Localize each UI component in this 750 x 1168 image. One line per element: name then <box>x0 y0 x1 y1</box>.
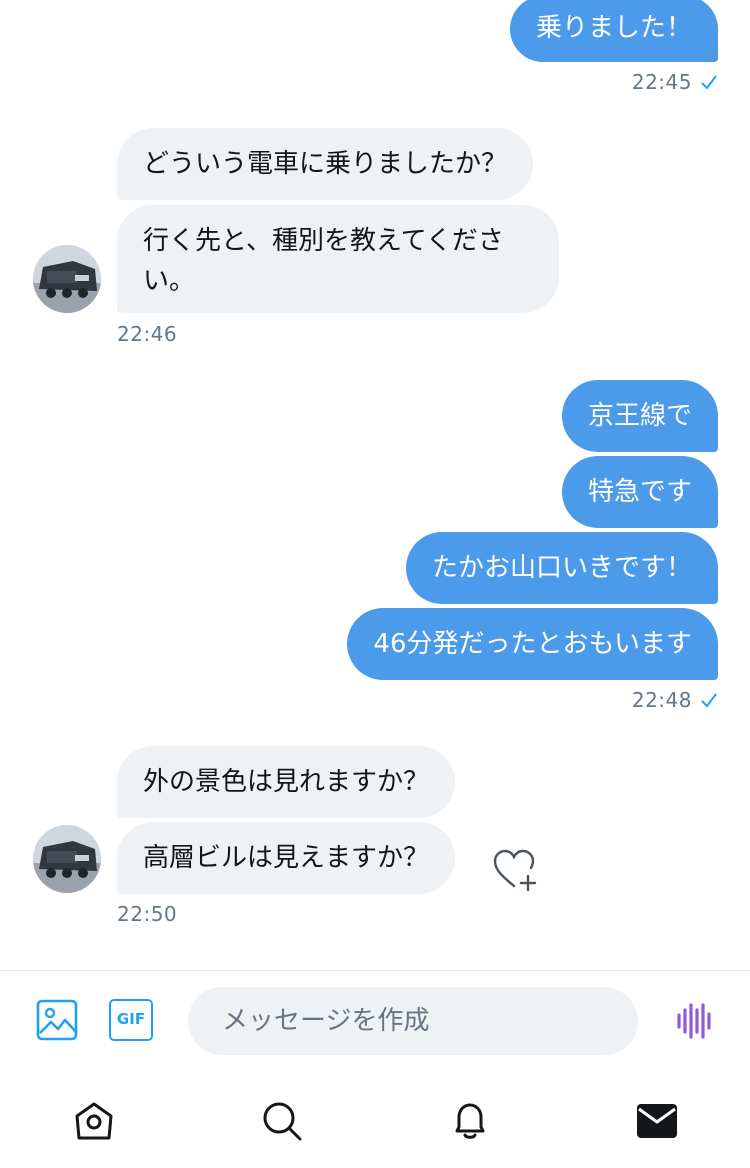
message-bubble-incoming[interactable]: 高層ビルは見えますか？ <box>117 822 456 894</box>
message-text: 京王線で <box>587 401 692 431</box>
message-text: 外の景色は見れますか？ <box>143 767 430 797</box>
timestamp: 22:45 <box>632 70 718 94</box>
message-text: 高層ビルは見えますか？ <box>143 843 430 873</box>
bottom-tab-bar <box>0 1070 750 1168</box>
avatar[interactable] <box>33 825 101 893</box>
check-icon <box>701 75 717 90</box>
message-bubble-incoming[interactable]: どういう電車に乗りましたか？ <box>117 128 534 200</box>
timestamp-text: 22:48 <box>631 688 692 712</box>
heart-plus-icon[interactable] <box>492 848 540 892</box>
message-bubble-outgoing[interactable]: 京王線で <box>561 380 718 452</box>
message-text: 46分発だったとおもいます <box>373 629 692 659</box>
timestamp-text: 22:46 <box>117 322 178 346</box>
timestamp: 22:50 <box>117 902 177 926</box>
check-icon <box>701 693 717 708</box>
bell-icon[interactable] <box>449 1100 491 1142</box>
voice-wave-icon[interactable] <box>676 1001 712 1041</box>
avatar[interactable] <box>33 245 101 313</box>
timestamp-text: 22:45 <box>631 70 692 94</box>
gif-icon[interactable]: GIF <box>109 999 153 1041</box>
gif-label: GIF <box>116 1010 146 1028</box>
message-bubble-outgoing[interactable]: たかお山口いきです！ <box>405 532 718 604</box>
message-input-placeholder: メッセージを作成 <box>222 1006 430 1036</box>
timestamp: 22:48 <box>632 688 718 712</box>
message-bubble-incoming[interactable]: 外の景色は見れますか？ <box>117 746 456 818</box>
message-text: どういう電車に乗りましたか？ <box>143 149 508 179</box>
timestamp-text: 22:50 <box>117 902 178 926</box>
timestamp: 22:46 <box>117 322 177 346</box>
message-bubble-outgoing[interactable]: 46分発だったとおもいます <box>347 608 718 680</box>
message-text: 特急です <box>587 477 692 507</box>
message-text: 行く先と、種別を教えてください。 <box>143 226 504 296</box>
message-bubble-outgoing[interactable]: 特急です <box>561 456 718 528</box>
message-composer: GIF メッセージを作成 <box>0 970 750 1070</box>
message-bubble-outgoing[interactable]: 乗りました！ <box>509 0 718 62</box>
image-icon[interactable] <box>36 999 78 1041</box>
avatar-image <box>33 825 101 893</box>
message-text: たかお山口いきです！ <box>431 553 692 583</box>
home-icon[interactable] <box>73 1100 115 1142</box>
message-input[interactable]: メッセージを作成 <box>188 987 638 1055</box>
search-icon[interactable] <box>261 1100 303 1142</box>
message-text: 乗りました！ <box>535 13 692 43</box>
message-bubble-incoming[interactable]: 行く先と、種別を教えてください。 <box>117 205 559 313</box>
mail-icon[interactable] <box>636 1102 678 1140</box>
avatar-image <box>33 245 101 313</box>
